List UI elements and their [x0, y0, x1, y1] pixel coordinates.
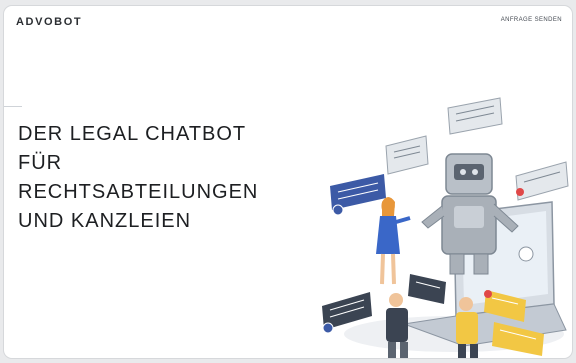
divider-line: [4, 106, 22, 107]
headline-line-2: FÜR: [18, 152, 63, 174]
advobot-logo[interactable]: ADVOBOT: [16, 16, 82, 28]
send-request-button[interactable]: ANFRAGE SENDEN: [501, 17, 562, 23]
headline-line-4: UND KANZLEIEN: [18, 210, 192, 232]
headline-line-1: DER LEGAL CHATBOT: [18, 123, 247, 145]
headline-line-3: RECHTSABTEILUNGEN: [18, 181, 259, 203]
hero-headline: DER LEGAL CHATBOT FÜR RECHTSABTEILUNGEN …: [18, 120, 258, 236]
page-frame: ADVOBOT ANFRAGE SENDEN DER LEGAL CHATBOT…: [4, 6, 572, 358]
woman-figure-icon: [376, 197, 411, 285]
chatbot-illustration: [322, 97, 569, 358]
